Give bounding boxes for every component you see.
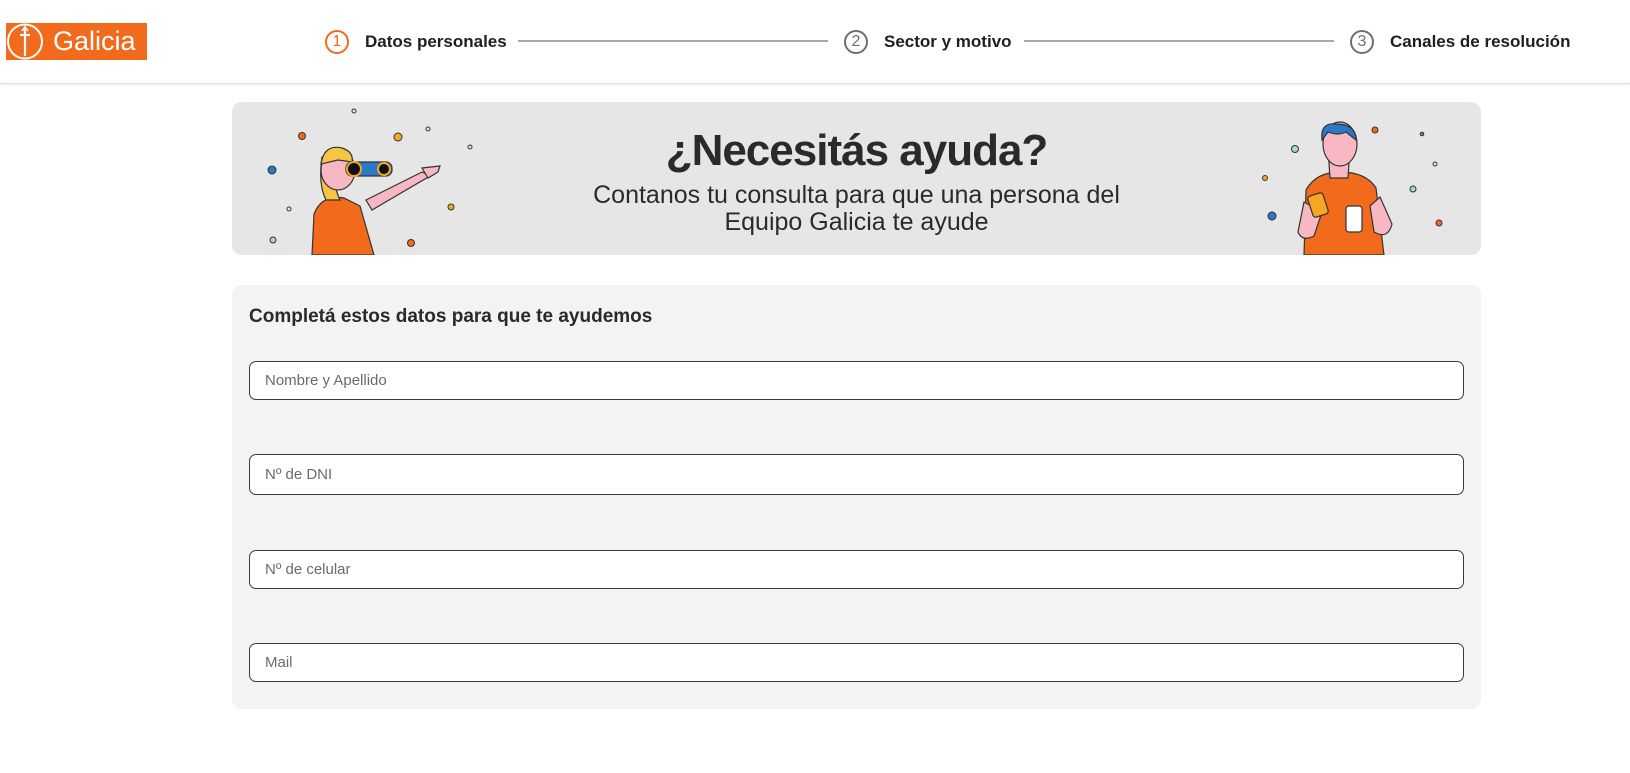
step-label: Datos personales: [365, 32, 507, 51]
form-title: Completá estos datos para que te ayudemo…: [249, 306, 653, 327]
personal-data-form: Completá estos datos para que te ayudemo…: [232, 285, 1481, 709]
step-connector: [518, 40, 828, 42]
dni-input[interactable]: [249, 454, 1464, 495]
step-label: Canales de resolución: [1390, 32, 1571, 51]
name-input[interactable]: [249, 361, 1464, 400]
help-banner: ¿Necesitás ayuda? Contanos tu consulta p…: [232, 102, 1481, 255]
step-canales-de-resolucion: 3 Canales de resolución: [1350, 27, 1570, 57]
step-datos-personales: 1 Datos personales: [325, 27, 507, 57]
banner-subtitle: Contanos tu consulta para que una person…: [593, 181, 1120, 236]
binoculars-woman-illustration: [262, 102, 482, 255]
step-number: 1: [325, 30, 349, 54]
step-label: Sector y motivo: [884, 32, 1012, 51]
step-connector: [1024, 40, 1334, 42]
phone-man-illustration: [1252, 102, 1472, 255]
progress-stepper: 1 Datos personales 2 Sector y motivo 3 C…: [0, 0, 1630, 84]
step-sector-y-motivo: 2 Sector y motivo: [844, 27, 1012, 57]
step-number: 2: [844, 30, 868, 54]
mail-input[interactable]: [249, 643, 1464, 682]
phone-input[interactable]: [249, 550, 1464, 589]
top-header: Galicia 1 Datos personales 2 Sector y mo…: [0, 0, 1630, 84]
step-number: 3: [1350, 30, 1374, 54]
